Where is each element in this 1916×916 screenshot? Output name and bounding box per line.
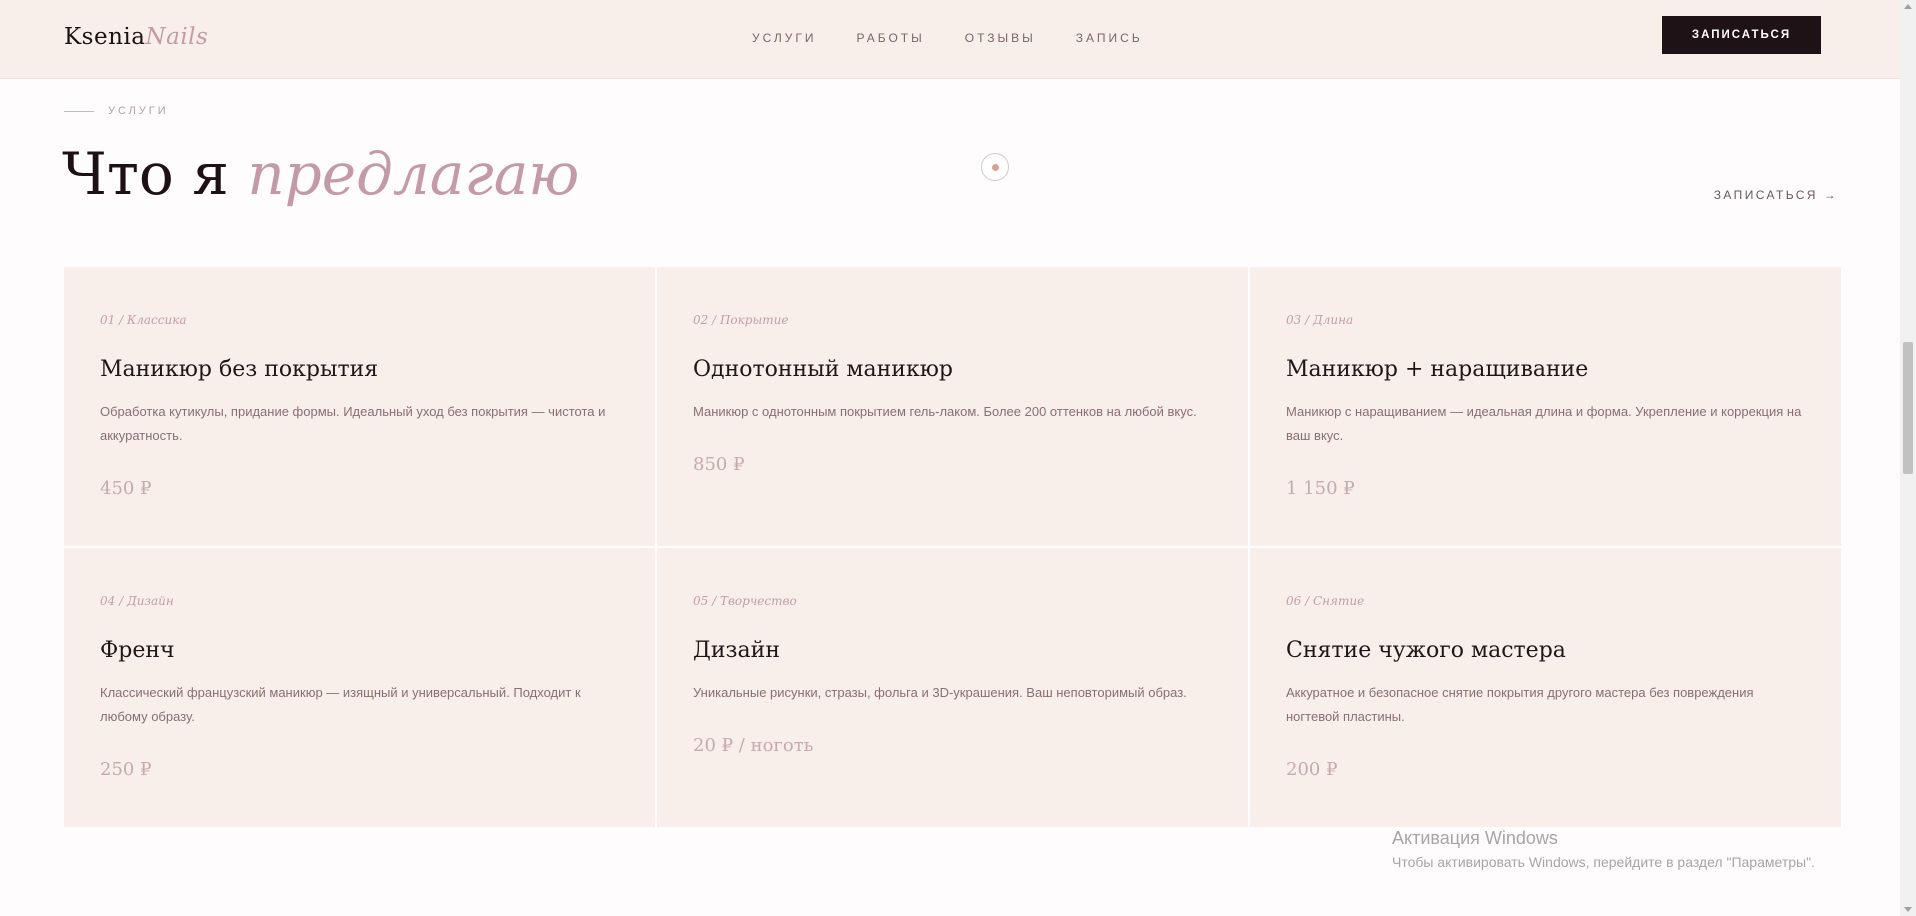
section-eyebrow: УСЛУГИ [64,105,169,117]
service-title: Френч [100,638,175,663]
service-title: Маникюр + наращивание [1286,357,1589,382]
nav-link-works[interactable]: РАБОТЫ [857,30,925,46]
heading-accent: предлагаю [247,140,580,208]
service-card[interactable]: 02 / Покрытие Однотонный маникюр Маникюр… [657,267,1248,546]
heading-plain: Что я [62,140,248,208]
carousel-indicator-dot [991,163,999,171]
section-heading: Что я предлагаю [62,137,579,211]
logo-text-main: Ksenia [64,24,146,50]
services-grid: 01 / Классика Маникюр без покрытия Обраб… [64,267,1841,827]
book-link[interactable]: ЗАПИСАТЬСЯ → [1714,188,1838,202]
service-description: Обработка кутикулы, придание формы. Идеа… [100,404,606,443]
scroll-down-arrow-icon[interactable] [1904,907,1912,912]
nav-link-booking[interactable]: ЗАПИСЬ [1076,30,1143,46]
service-index: 02 / Покрытие [693,313,789,327]
service-description: Аккуратное и безопасное снятие покрытия … [1286,685,1754,724]
service-card[interactable]: 05 / Творчество Дизайн Уникальные рисунк… [657,548,1248,827]
watermark-title: Активация Windows [1392,828,1558,848]
service-index: 06 / Снятие [1286,594,1365,608]
main-nav: УСЛУГИ РАБОТЫ ОТЗЫВЫ ЗАПИСЬ [752,30,1143,46]
logo-text-accent: Nails [145,24,209,50]
vertical-scrollbar[interactable] [1900,0,1916,916]
service-price: 1 150 ₽ [1286,478,1355,499]
service-description: Классический французский маникюр — изящн… [100,685,581,724]
service-card[interactable]: 03 / Длина Маникюр + наращивание Маникюр… [1250,267,1841,546]
service-title: Маникюр без покрытия [100,357,379,382]
service-description: Маникюр с однотонным покрытием гель-лако… [693,404,1197,419]
windows-activation-watermark: Активация Windows Чтобы активировать Win… [1392,826,1815,872]
service-description: Маникюр с наращиванием — идеальная длина… [1286,404,1802,443]
nav-link-reviews[interactable]: ОТЗЫВЫ [965,30,1036,46]
service-index: 04 / Дизайн [100,594,174,608]
service-price: 850 ₽ [693,454,745,475]
carousel-indicator[interactable] [981,153,1009,181]
service-index: 01 / Классика [100,313,187,327]
service-index: 03 / Длина [1286,313,1354,327]
service-title: Однотонный маникюр [693,357,953,382]
site-header: KseniaNails УСЛУГИ РАБОТЫ ОТЗЫВЫ ЗАПИСЬ … [0,0,1900,79]
service-card[interactable]: 04 / Дизайн Френч Классический французск… [64,548,655,827]
scrollbar-thumb[interactable] [1903,342,1913,474]
service-card[interactable]: 01 / Классика Маникюр без покрытия Обраб… [64,267,655,546]
service-description: Уникальные рисунки, стразы, фольга и 3D-… [693,685,1187,700]
header-book-button[interactable]: ЗАПИСАТЬСЯ [1662,16,1821,54]
service-price: 200 ₽ [1286,759,1338,780]
logo[interactable]: KseniaNails [64,22,208,52]
service-title: Снятие чужого мастера [1286,638,1566,663]
nav-link-services[interactable]: УСЛУГИ [752,30,817,46]
service-card[interactable]: 06 / Снятие Снятие чужого мастера Аккура… [1250,548,1841,827]
service-price: 450 ₽ [100,478,152,499]
service-price: 20 ₽ / ноготь [693,735,814,756]
watermark-subtitle: Чтобы активировать Windows, перейдите в … [1392,854,1815,870]
service-price: 250 ₽ [100,759,152,780]
scroll-up-arrow-icon[interactable] [1904,4,1912,9]
section-label-text: УСЛУГИ [108,105,169,117]
service-title: Дизайн [693,638,780,663]
eyebrow-divider [64,110,94,112]
service-index: 05 / Творчество [693,594,797,608]
